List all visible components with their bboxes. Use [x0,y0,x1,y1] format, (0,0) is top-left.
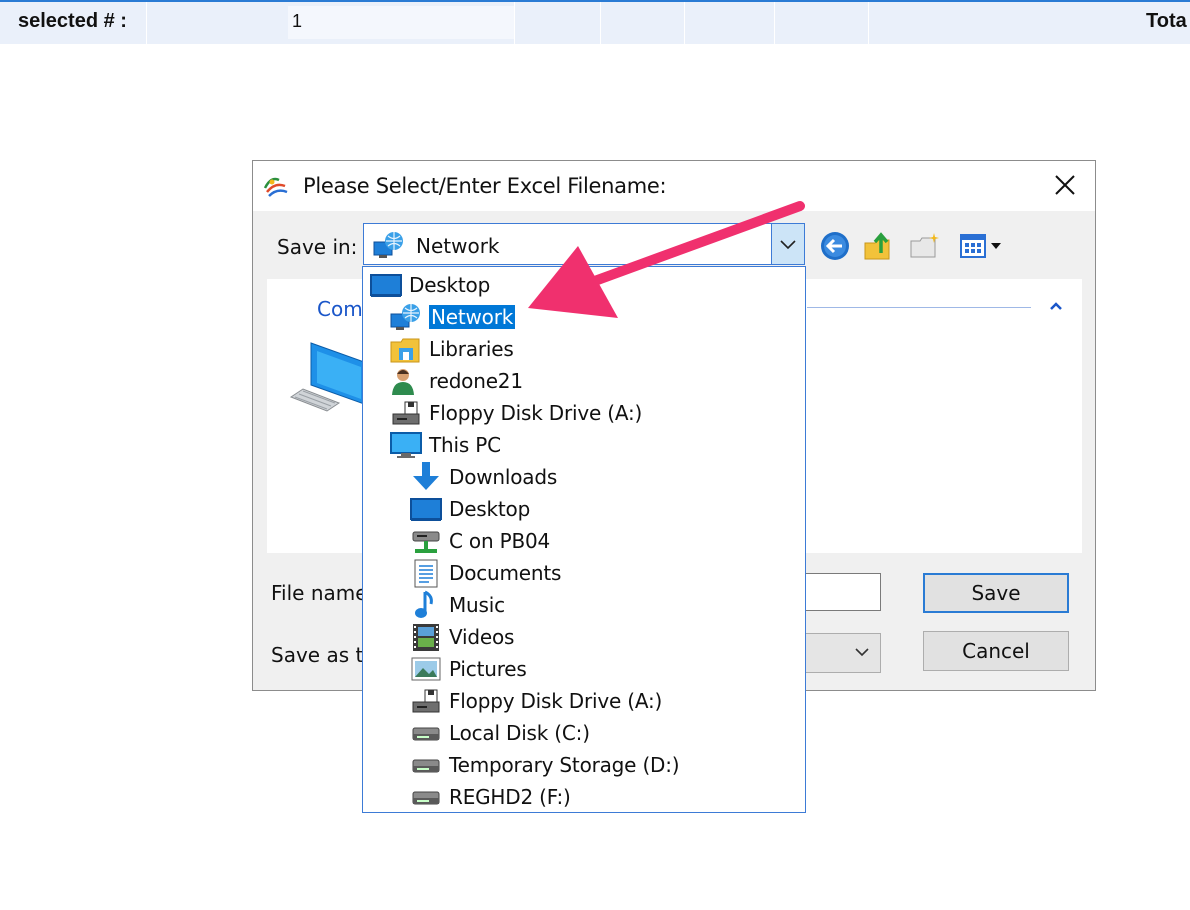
dropdown-item-desktop[interactable]: Desktop [369,269,490,301]
libraries-icon [390,338,420,363]
dropdown-item-desktop-pc[interactable]: Desktop [409,493,530,525]
disk-drive-icon [412,759,440,773]
app-logo-icon [263,177,288,197]
dropdown-item-pictures[interactable]: Pictures [409,653,527,685]
downloads-icon [413,462,439,490]
dropdown-item-network[interactable]: Network [389,301,517,333]
top-bar: selected # : 1 Tota [0,0,1190,46]
column-divider [684,2,685,46]
network-icon [373,232,403,258]
dropdown-item-local-disk-c[interactable]: Local Disk (C:) [409,717,590,749]
dropdown-item-c-on-pb04[interactable]: C on PB04 [409,525,550,557]
desktop-icon [370,274,402,297]
save-button[interactable]: Save [923,573,1069,613]
dropdown-item-reghd2-f[interactable]: REGHD2 (F:) [409,781,571,813]
dropdown-item-floppy-drive-pc[interactable]: Floppy Disk Drive (A:) [409,685,662,717]
chevron-down-icon [780,240,796,250]
pictures-icon [411,657,441,681]
disk-drive-icon [412,727,440,741]
computer-icon [289,342,367,412]
save-in-value: Network [416,234,500,258]
dropdown-item-downloads[interactable]: Downloads [409,461,557,493]
dialog-title: Please Select/Enter Excel Filename: [303,174,667,198]
save-as-type-label: Save as ty [271,643,376,667]
dropdown-item-videos[interactable]: Videos [409,621,514,653]
save-in-label: Save in: [277,235,358,259]
column-divider [146,2,147,46]
view-menu-icon[interactable] [957,229,1005,263]
dropdown-item-user[interactable]: redone21 [389,365,523,397]
up-folder-icon[interactable] [861,229,897,263]
file-name-label: File name [271,581,368,605]
dropdown-item-this-pc[interactable]: This PC [389,429,501,461]
group-header: Com [317,297,363,321]
documents-icon [414,559,438,588]
back-icon[interactable] [817,229,853,263]
dropdown-item-libraries[interactable]: Libraries [389,333,514,365]
network-drive-icon [412,531,440,553]
dropdown-item-temporary-storage-d[interactable]: Temporary Storage (D:) [409,749,680,781]
music-icon [415,590,433,618]
user-icon [392,369,414,395]
dropdown-item-floppy-drive[interactable]: Floppy Disk Drive (A:) [389,397,642,429]
column-divider [600,2,601,46]
dialog-title-bar: Please Select/Enter Excel Filename: [253,161,1095,211]
column-divider [868,2,869,46]
selected-count-value: 1 [292,11,303,31]
column-divider [514,2,515,46]
chevron-down-icon [855,648,869,657]
save-in-dropdown-button[interactable] [771,224,804,264]
cancel-button[interactable]: Cancel [923,631,1069,671]
new-folder-icon[interactable] [907,229,943,263]
dropdown-item-documents[interactable]: Documents [409,557,561,589]
total-label: Tota [1146,10,1187,32]
floppy-drive-icon [392,401,420,425]
videos-icon [413,624,439,651]
close-icon[interactable] [1043,169,1087,203]
floppy-drive-icon [412,689,440,713]
dropdown-item-music[interactable]: Music [409,589,505,621]
file-name-input[interactable] [793,573,881,611]
column-divider [774,2,775,46]
this-pc-icon [390,432,422,458]
save-in-combobox[interactable]: Network [363,223,805,265]
network-icon [390,304,420,330]
collapse-icon[interactable] [1047,299,1065,313]
save-as-type-select[interactable] [793,633,881,673]
selected-count-cell[interactable] [288,6,514,39]
disk-drive-icon [412,791,440,805]
save-in-dropdown-list: Desktop Network Libraries redone21 Flopp… [362,266,806,813]
selected-count-label: selected # : [18,10,127,32]
desktop-icon [410,498,442,521]
group-separator [807,307,1031,308]
